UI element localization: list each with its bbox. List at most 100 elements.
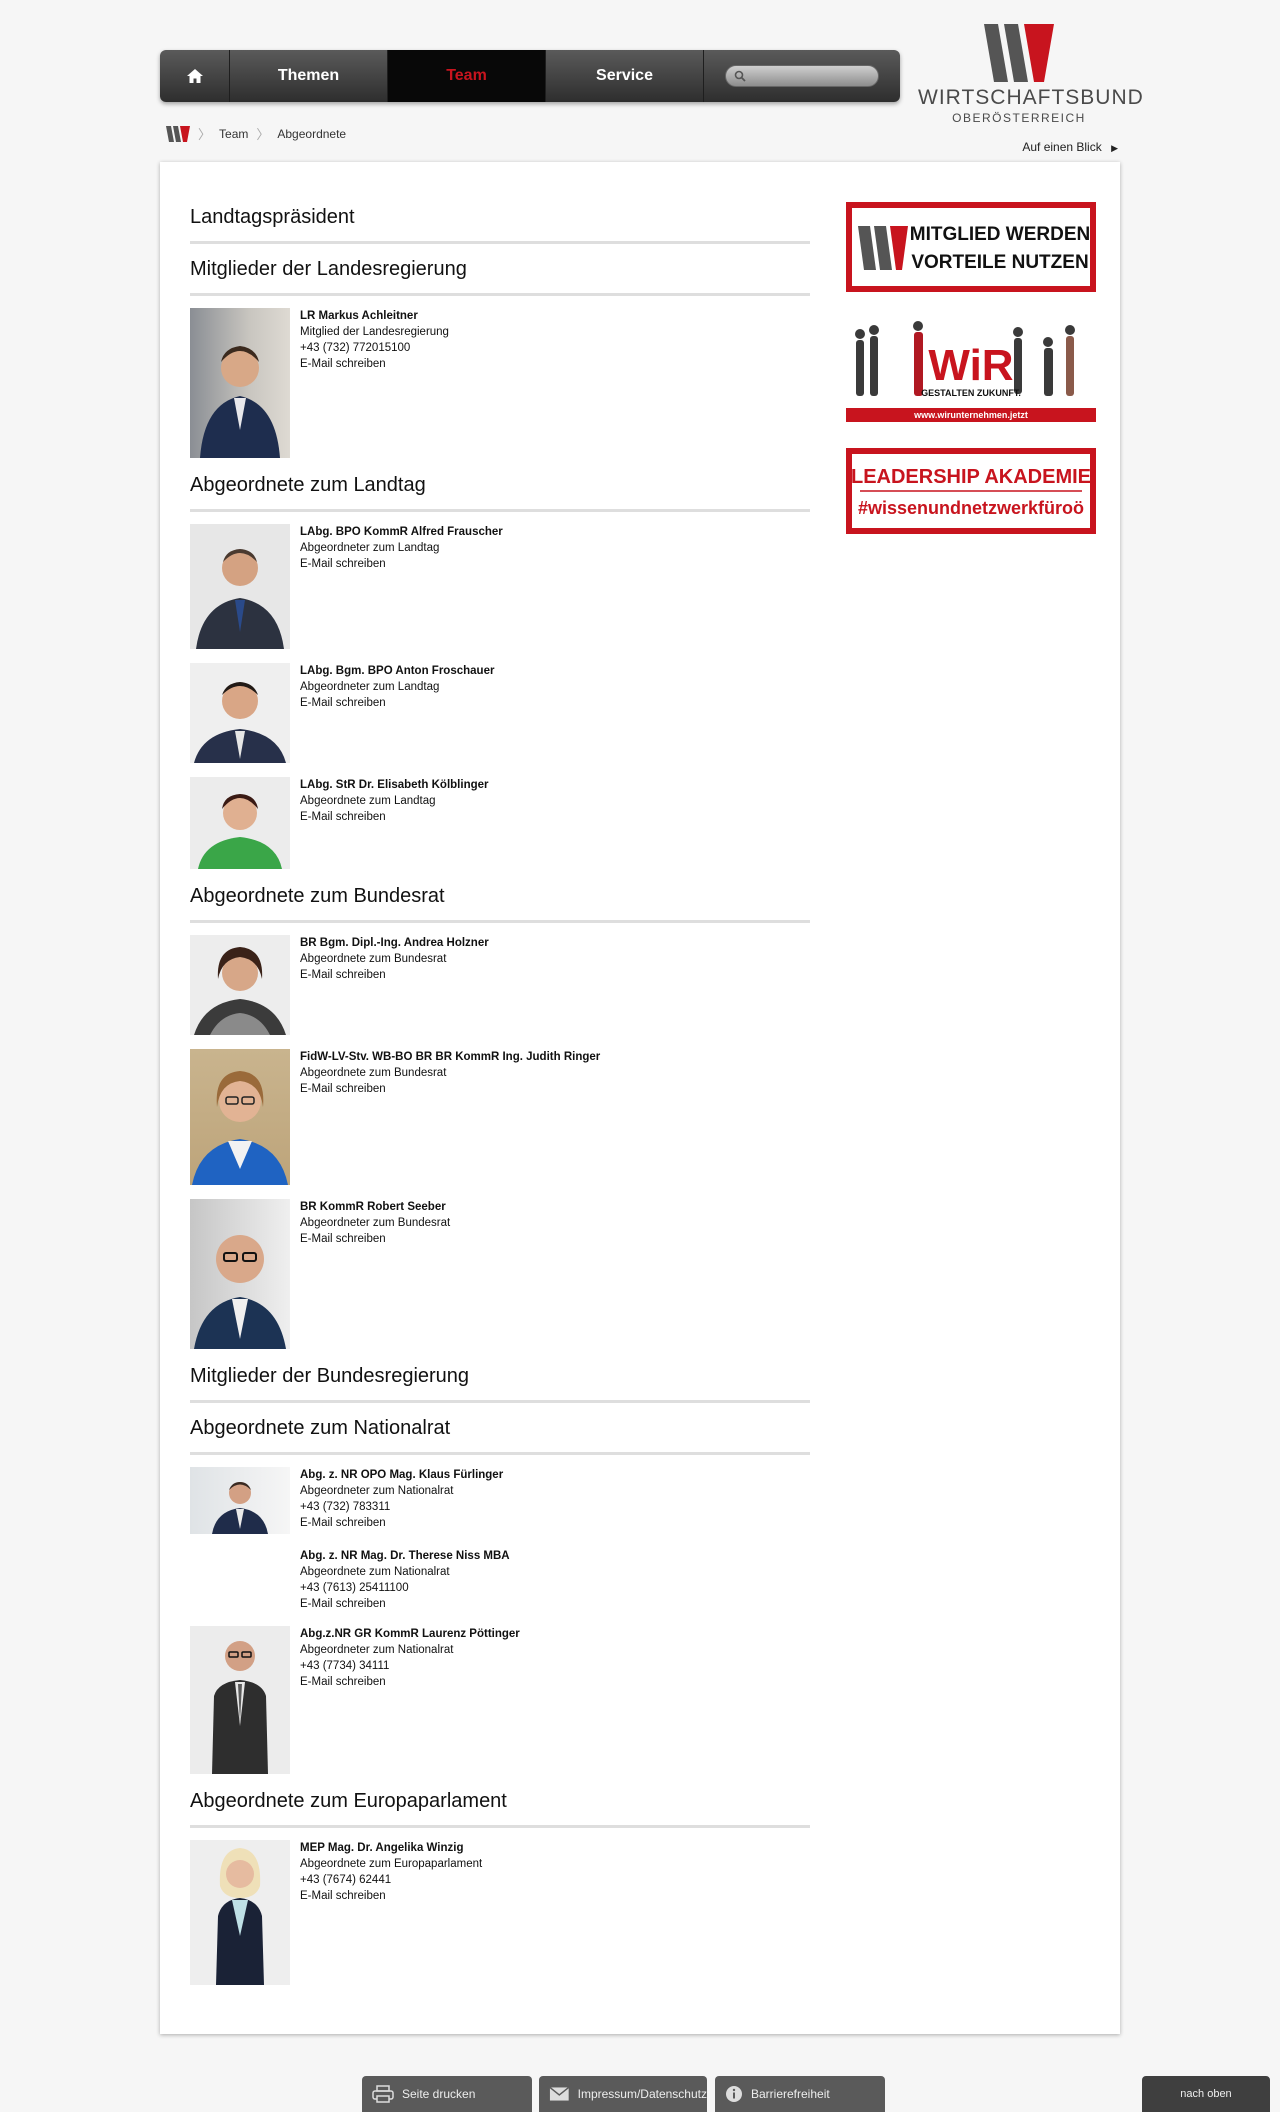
content-card: Landtagspräsident Mitglieder der Landesr… xyxy=(160,162,1120,2034)
person-phone[interactable]: +43 (7674) 62441 xyxy=(300,1872,482,1888)
banner-leadership-akademie[interactable]: LEADERSHIP AKADEMIE #wissenundnetzwerkfü… xyxy=(846,448,1096,534)
breadcrumb-separator: 〉 xyxy=(198,127,212,142)
person-role: Abgeordnete zum Bundesrat xyxy=(300,953,447,965)
person-name: Abg. z. NR Mag. Dr. Therese Niss MBA xyxy=(300,1550,510,1562)
person-card: LAbg. BPO KommR Alfred Frauscher Abgeord… xyxy=(190,524,810,649)
person-card: BR KommR Robert Seeber Abgeordneter zum … xyxy=(190,1199,810,1349)
portrait-photo xyxy=(190,1840,290,1985)
nav-item-team[interactable]: Team xyxy=(388,50,546,102)
sidebar: MITGLIED WERDEN VORTEILE NUTZEN WiR GEST… xyxy=(846,202,1096,560)
email-link[interactable]: E-Mail schreiben xyxy=(300,356,449,372)
person-phone[interactable]: +43 (7613) 25411100 xyxy=(300,1580,510,1596)
accessibility-label: Barrierefreiheit xyxy=(751,2087,830,2101)
wb-logo-mark xyxy=(984,24,1054,82)
person-role: Abgeordnete zum Bundesrat xyxy=(300,1067,447,1079)
person-info: BR KommR Robert Seeber Abgeordneter zum … xyxy=(300,1199,450,1349)
home-button[interactable] xyxy=(160,50,230,102)
portrait-photo xyxy=(190,1199,290,1349)
email-link[interactable]: E-Mail schreiben xyxy=(300,556,503,572)
person-card: Abg.z.NR GR KommR Laurenz Pöttinger Abge… xyxy=(190,1626,810,1774)
person-name: Abg.z.NR GR KommR Laurenz Pöttinger xyxy=(300,1628,520,1640)
person-info: LAbg. BPO KommR Alfred Frauscher Abgeord… xyxy=(300,524,503,649)
person-info: FidW-LV-Stv. WB-BO BR BR KommR Ing. Judi… xyxy=(300,1049,600,1185)
section-landtag: Abgeordnete zum Landtag LAbg. BPO KommR … xyxy=(190,474,810,869)
accessibility-button[interactable]: Barrierefreiheit xyxy=(715,2076,885,2112)
email-link[interactable]: E-Mail schreiben xyxy=(300,1596,510,1612)
main-navigation: Themen Team Service xyxy=(160,50,900,102)
email-link[interactable]: E-Mail schreiben xyxy=(300,809,489,825)
banner-wir-gestalten-zukunft[interactable]: WiR GESTALTEN ZUKUNFT. www.wirunternehme… xyxy=(846,318,1096,422)
impressum-button[interactable]: Impressum/Datenschutz xyxy=(539,2076,707,2112)
person-card: Abg. z. NR OPO Mag. Klaus Fürlinger Abge… xyxy=(190,1467,810,1534)
person-role: Abgeordneter zum Landtag xyxy=(300,542,440,554)
breadcrumb-current: Abgeordnete xyxy=(277,126,347,141)
person-name: LAbg. StR Dr. Elisabeth Kölblinger xyxy=(300,779,489,791)
home-icon xyxy=(186,69,203,83)
person-card: MEP Mag. Dr. Angelika Winzig Abgeordnete… xyxy=(190,1840,810,1985)
email-link[interactable]: E-Mail schreiben xyxy=(300,1888,482,1904)
person-phone[interactable]: +43 (732) 772015100 xyxy=(300,340,449,356)
breadcrumb-team[interactable]: Team xyxy=(219,127,248,141)
banner-mitglied-line2: VORTEILE NUTZEN xyxy=(911,252,1088,273)
at-a-glance-label: Auf einen Blick xyxy=(1022,140,1102,154)
print-page-button[interactable]: Seite drucken xyxy=(362,2076,532,2112)
person-role: Abgeordnete zum Nationalrat xyxy=(300,1566,450,1578)
person-info: Abg.z.NR GR KommR Laurenz Pöttinger Abge… xyxy=(300,1626,520,1774)
logo-subtitle: OBERÖSTERREICH xyxy=(952,111,1086,125)
impressum-label: Impressum/Datenschutz xyxy=(577,2087,707,2101)
person-card: Abg. z. NR Mag. Dr. Therese Niss MBA Abg… xyxy=(190,1548,810,1612)
person-role: Abgeordneter zum Landtag xyxy=(300,681,440,693)
person-phone[interactable]: +43 (732) 783311 xyxy=(300,1499,503,1515)
person-card: BR Bgm. Dipl.-Ing. Andrea Holzner Abgeor… xyxy=(190,935,810,1035)
breadcrumb-separator: 〉 xyxy=(256,127,270,142)
at-a-glance-link[interactable]: Auf einen Blick ▶ xyxy=(1022,140,1118,154)
person-name: BR KommR Robert Seeber xyxy=(300,1201,446,1213)
info-icon xyxy=(726,2086,742,2102)
person-card: LR Markus Achleitner Mitglied der Landes… xyxy=(190,308,810,458)
email-link[interactable]: E-Mail schreiben xyxy=(300,967,489,983)
person-role: Abgeordneter zum Nationalrat xyxy=(300,1485,454,1497)
banner-wir-tagline: GESTALTEN ZUKUNFT. xyxy=(921,388,1021,398)
members-list: Landtagspräsident Mitglieder der Landesr… xyxy=(190,162,810,1999)
portrait-placeholder xyxy=(190,1548,290,1608)
person-role: Abgeordneter zum Bundesrat xyxy=(300,1217,451,1229)
portrait-photo xyxy=(190,524,290,649)
banner-mitglied-werden[interactable]: MITGLIED WERDEN VORTEILE NUTZEN xyxy=(846,202,1096,292)
email-link[interactable]: E-Mail schreiben xyxy=(300,1081,600,1097)
section-title: Landtagspräsident xyxy=(190,206,810,244)
search-icon xyxy=(734,70,746,82)
portrait-photo xyxy=(190,1467,290,1534)
back-to-top-button[interactable]: nach oben xyxy=(1142,2076,1270,2112)
section-title: Mitglieder der Bundesregierung xyxy=(190,1365,810,1403)
person-phone[interactable]: +43 (7734) 34111 xyxy=(300,1658,520,1674)
section-title: Abgeordnete zum Bundesrat xyxy=(190,885,810,923)
section-landesregierung: Mitglieder der Landesregierung LR Markus… xyxy=(190,258,810,458)
person-name: LR Markus Achleitner xyxy=(300,310,418,322)
person-info: LAbg. Bgm. BPO Anton Froschauer Abgeordn… xyxy=(300,663,494,763)
person-role: Mitglied der Landesregierung xyxy=(300,326,449,338)
person-role: Abgeordneter zum Nationalrat xyxy=(300,1644,454,1656)
wirtschaftsbund-logo[interactable]: WIRTSCHAFTSBUND OBERÖSTERREICH xyxy=(918,24,1144,125)
portrait-photo xyxy=(190,1626,290,1774)
breadcrumb-home-logo-icon[interactable] xyxy=(166,125,190,142)
section-nationalrat: Abgeordnete zum Nationalrat Abg. z. NR O… xyxy=(190,1417,810,1774)
person-name: LAbg. Bgm. BPO Anton Froschauer xyxy=(300,665,495,677)
nav-item-themen[interactable]: Themen xyxy=(230,50,388,102)
email-link[interactable]: E-Mail schreiben xyxy=(300,1515,503,1531)
search-input[interactable] xyxy=(750,67,870,85)
email-link[interactable]: E-Mail schreiben xyxy=(300,695,494,711)
person-name: MEP Mag. Dr. Angelika Winzig xyxy=(300,1842,464,1854)
portrait-photo xyxy=(190,935,290,1035)
person-info: Abg. z. NR Mag. Dr. Therese Niss MBA Abg… xyxy=(300,1548,510,1612)
person-name: LAbg. BPO KommR Alfred Frauscher xyxy=(300,526,503,538)
logo-wordmark: WIRTSCHAFTSBUND xyxy=(918,86,1144,109)
play-arrow-icon: ▶ xyxy=(1111,143,1118,153)
breadcrumb: 〉 Team 〉 Abgeordnete xyxy=(166,124,346,143)
person-name: BR Bgm. Dipl.-Ing. Andrea Holzner xyxy=(300,937,489,949)
portrait-photo xyxy=(190,777,290,869)
email-link[interactable]: E-Mail schreiben xyxy=(300,1231,450,1247)
section-bundesregierung: Mitglieder der Bundesregierung xyxy=(190,1365,810,1403)
email-link[interactable]: E-Mail schreiben xyxy=(300,1674,520,1690)
print-page-label: Seite drucken xyxy=(402,2087,476,2101)
nav-item-service[interactable]: Service xyxy=(546,50,704,102)
